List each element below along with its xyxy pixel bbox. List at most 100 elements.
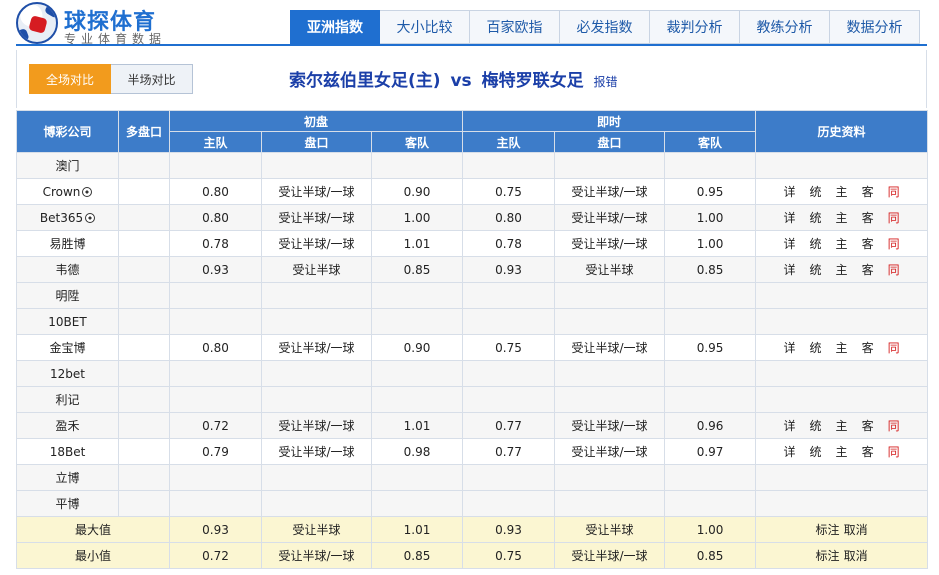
header-initial-away: 客队: [370, 131, 464, 153]
mark-link[interactable]: 标注: [816, 549, 840, 563]
detail-link[interactable]: 详: [784, 235, 796, 252]
stats-link[interactable]: 统: [810, 339, 822, 356]
away-link[interactable]: 客: [862, 209, 874, 226]
company-name[interactable]: 利记: [55, 393, 79, 407]
live-home-odds: [462, 386, 556, 413]
same-link[interactable]: 同: [888, 417, 900, 434]
away-link[interactable]: 客: [862, 261, 874, 278]
tab-european-odds[interactable]: 百家欧指: [470, 10, 560, 44]
cancel-link[interactable]: 取消: [844, 523, 868, 537]
report-error-link[interactable]: 报错: [594, 75, 618, 89]
stats-link[interactable]: 统: [810, 209, 822, 226]
initial-line: [261, 386, 372, 413]
company-name[interactable]: 明陞: [55, 289, 79, 303]
soccer-ball-icon: [82, 186, 93, 197]
home-link[interactable]: 主: [836, 261, 848, 278]
live-line: 受让半球: [554, 256, 666, 283]
home-link[interactable]: 主: [836, 417, 848, 434]
full-match-button[interactable]: 全场对比: [29, 64, 111, 94]
stats-link[interactable]: 统: [810, 417, 822, 434]
tab-referee-analysis[interactable]: 裁判分析: [650, 10, 740, 44]
home-link[interactable]: 主: [836, 235, 848, 252]
company-cell[interactable]: 10BET: [16, 308, 119, 335]
initial-line: [261, 282, 372, 309]
same-link[interactable]: 同: [888, 443, 900, 460]
company-name[interactable]: Crown: [43, 185, 81, 199]
home-link[interactable]: 主: [836, 443, 848, 460]
initial-line: 受让半球/一球: [261, 230, 372, 257]
company-cell[interactable]: 18Bet: [16, 438, 119, 465]
away-link[interactable]: 客: [862, 339, 874, 356]
home-link[interactable]: 主: [836, 339, 848, 356]
stats-link[interactable]: 统: [810, 183, 822, 200]
initial-away-odds: [370, 282, 464, 309]
same-link[interactable]: 同: [888, 261, 900, 278]
stats-link[interactable]: 统: [810, 261, 822, 278]
company-cell[interactable]: 盈禾: [16, 412, 119, 439]
company-name[interactable]: 金宝博: [49, 341, 85, 355]
company-name[interactable]: 18Bet: [50, 445, 86, 459]
initial-line: [261, 490, 372, 517]
live-home-odds: [462, 490, 556, 517]
live-home-odds: [462, 282, 556, 309]
history-cell: 详统主客同: [755, 438, 929, 465]
away-link[interactable]: 客: [862, 183, 874, 200]
detail-link[interactable]: 详: [784, 417, 796, 434]
company-cell[interactable]: 12bet: [16, 360, 119, 387]
company-name[interactable]: Bet365: [40, 211, 83, 225]
same-link[interactable]: 同: [888, 235, 900, 252]
company-name[interactable]: 10BET: [48, 315, 86, 329]
same-link[interactable]: 同: [888, 339, 900, 356]
initial-home-odds: 0.93: [169, 256, 262, 283]
mark-link[interactable]: 标注: [816, 523, 840, 537]
company-cell[interactable]: 明陞: [16, 282, 119, 309]
live-line: [554, 360, 666, 387]
tab-data-analysis[interactable]: 数据分析: [830, 10, 920, 44]
initial-home-odds: 0.72: [169, 412, 262, 439]
detail-link[interactable]: 详: [784, 183, 796, 200]
detail-link[interactable]: 详: [784, 443, 796, 460]
home-link[interactable]: 主: [836, 209, 848, 226]
company-cell[interactable]: Crown: [16, 178, 119, 205]
detail-link[interactable]: 详: [784, 209, 796, 226]
half-match-button[interactable]: 半场对比: [111, 64, 193, 94]
detail-link[interactable]: 详: [784, 339, 796, 356]
company-cell[interactable]: Bet365: [16, 204, 119, 231]
initial-away-odds: 1.01: [370, 230, 464, 257]
away-link[interactable]: 客: [862, 235, 874, 252]
company-name[interactable]: 平博: [55, 497, 79, 511]
company-cell[interactable]: 易胜博: [16, 230, 119, 257]
company-cell[interactable]: 平博: [16, 490, 119, 517]
stats-link[interactable]: 统: [810, 235, 822, 252]
history-cell: 详统主客同: [755, 178, 929, 205]
tab-betfair-index[interactable]: 必发指数: [560, 10, 650, 44]
home-link[interactable]: 主: [836, 183, 848, 200]
company-cell[interactable]: 立博: [16, 464, 119, 491]
tab-coach-analysis[interactable]: 教练分析: [740, 10, 830, 44]
tab-over-under[interactable]: 大小比较: [380, 10, 470, 44]
same-link[interactable]: 同: [888, 209, 900, 226]
odds-table-body: 澳门 Crown 0.80 受让半球/一球 0.90 0.75 受让半球/一球 0.95 详统主…: [16, 152, 929, 517]
company-name[interactable]: 易胜博: [49, 237, 85, 251]
site-logo[interactable]: 球探体育 专业体育数据: [16, 2, 186, 46]
company-cell[interactable]: 澳门: [16, 152, 119, 179]
initial-away-odds: [370, 308, 464, 335]
history-cell: [755, 360, 929, 387]
away-link[interactable]: 客: [862, 443, 874, 460]
company-name[interactable]: 澳门: [55, 159, 79, 173]
stats-link[interactable]: 统: [810, 443, 822, 460]
cancel-link[interactable]: 取消: [844, 549, 868, 563]
tab-asian-index[interactable]: 亚洲指数: [290, 10, 380, 44]
company-name[interactable]: 盈禾: [55, 419, 79, 433]
company-cell[interactable]: 韦德: [16, 256, 119, 283]
initial-home-odds: 0.80: [169, 334, 262, 361]
company-cell[interactable]: 金宝博: [16, 334, 119, 361]
detail-link[interactable]: 详: [784, 261, 796, 278]
initial-away-odds: [370, 464, 464, 491]
same-link[interactable]: 同: [888, 183, 900, 200]
company-name[interactable]: 12bet: [50, 367, 85, 381]
company-name[interactable]: 立博: [55, 471, 79, 485]
company-cell[interactable]: 利记: [16, 386, 119, 413]
company-name[interactable]: 韦德: [55, 263, 79, 277]
away-link[interactable]: 客: [862, 417, 874, 434]
